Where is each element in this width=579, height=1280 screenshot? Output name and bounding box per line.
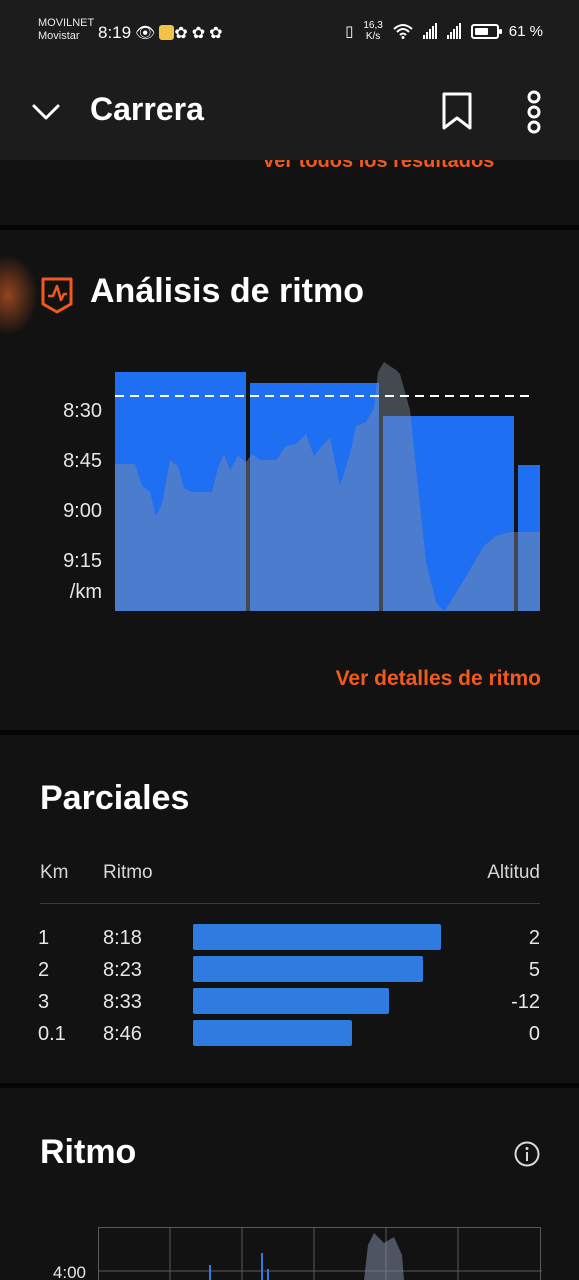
split-km: 0.1 [38, 1023, 66, 1045]
split-elevation: 2 [528, 927, 540, 949]
split-pace-bar [193, 956, 423, 982]
vibrate-icon: ▯ [345, 23, 354, 40]
y-axis-unit: /km [69, 581, 102, 603]
split-elevation: 5 [528, 959, 540, 981]
y-axis-label: 8:30 [63, 400, 102, 422]
notification-icons: 👁 ✿✿✿ [135, 23, 227, 43]
section-divider [0, 225, 579, 230]
y-axis-label: 9:00 [63, 500, 102, 522]
pace-details-link[interactable]: Ver detalles de ritmo [336, 667, 541, 691]
notification-icon: ✿ [174, 25, 192, 42]
analysis-icon [41, 277, 73, 314]
net-speed-unit: K/s [365, 31, 381, 42]
chevron-down-icon[interactable] [28, 94, 64, 130]
split-pace: 8:18 [103, 927, 142, 949]
battery-text: 61 % [508, 22, 543, 40]
status-time: 8:19 [98, 23, 132, 42]
eye-icon: 👁 [135, 25, 160, 42]
signal-icon [422, 23, 437, 39]
pace-chart[interactable] [98, 1225, 542, 1280]
notification-icon: ✿ [209, 25, 227, 42]
splits-header-km: Km [40, 862, 69, 883]
split-pace: 8:33 [103, 991, 142, 1013]
split-km: 1 [38, 927, 50, 949]
status-bar: MOVILNET Movistar 8:19 👁 ✿✿✿ ▯ 16,3 K/s 6… [0, 0, 579, 66]
splits-title: Parciales [40, 779, 190, 817]
split-pace-bar [193, 924, 441, 950]
split-elevation: -12 [511, 991, 540, 1013]
battery-icon [470, 23, 502, 39]
y-axis-label: 9:15 [63, 550, 102, 572]
pace-analysis-title: Análisis de ritmo [90, 272, 364, 310]
splits-header-separator [40, 903, 540, 904]
carrier-names: MOVILNET Movistar [38, 17, 94, 43]
status-right: ▯ 16,3 K/s 61 % [345, 20, 543, 42]
split-elevation: 0 [528, 1023, 540, 1045]
net-speed-value: 16,3 [363, 20, 383, 31]
app-icon [159, 25, 175, 40]
glow-decoration [0, 255, 38, 335]
bookmark-icon[interactable] [440, 91, 474, 131]
section-divider [0, 730, 579, 735]
split-km: 3 [38, 991, 50, 1013]
app-bar: Carrera [0, 66, 579, 160]
y-axis-label: 8:45 [63, 450, 102, 472]
splits-header-pace: Ritmo [103, 862, 153, 883]
wifi-icon [393, 24, 413, 39]
page-title: Carrera [90, 91, 204, 127]
notification-icon: ✿ [191, 25, 210, 42]
split-pace-bar [193, 988, 389, 1014]
more-options-icon[interactable] [518, 90, 550, 134]
carrier-2: Movistar [38, 30, 80, 42]
split-pace: 8:23 [103, 959, 142, 981]
net-speed: 16,3 K/s [363, 20, 382, 42]
split-pace-bar [193, 1020, 352, 1046]
section-divider [0, 1083, 579, 1088]
signal-icon [446, 23, 461, 39]
split-pace: 8:46 [103, 1023, 142, 1045]
splits-header-elevation: Altitud [487, 862, 540, 883]
pace-analysis-chart[interactable] [100, 350, 545, 615]
carrier-1: MOVILNET [38, 17, 95, 29]
info-icon[interactable] [514, 1141, 540, 1167]
split-km: 2 [38, 959, 50, 981]
pace-section-title: Ritmo [40, 1133, 137, 1171]
pace-y-axis-label: 4:00 [52, 1263, 86, 1280]
